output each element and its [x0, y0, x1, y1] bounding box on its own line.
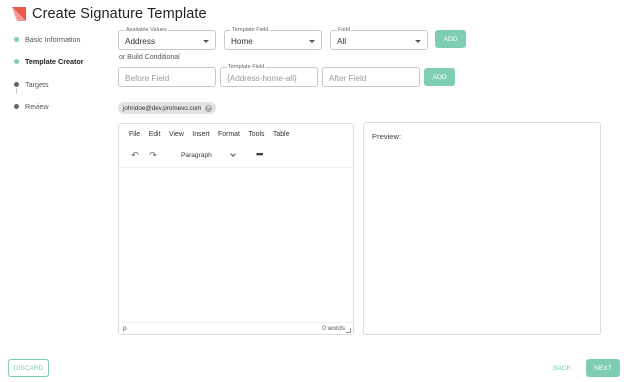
before-field-placeholder: Before Field — [125, 74, 170, 83]
step-label: Review — [25, 102, 49, 112]
step-label: Template Creator — [25, 57, 84, 67]
chevron-down-icon — [230, 151, 236, 157]
available-values-value: Address — [125, 37, 156, 46]
next-button[interactable]: NEXT — [586, 359, 620, 377]
discard-button[interactable]: DISCARD — [8, 359, 49, 377]
resize-handle-icon[interactable] — [346, 328, 351, 333]
step-status-dot — [14, 59, 19, 65]
conditional-template-field-placeholder: {Address-home-all} — [227, 74, 297, 83]
step-label: Targets — [25, 79, 49, 89]
element-path: p — [123, 325, 127, 332]
menu-tools[interactable]: Tools — [248, 131, 264, 138]
step-review[interactable]: Review — [14, 96, 114, 119]
word-count: 0 words — [322, 325, 345, 332]
step-connector — [16, 88, 17, 94]
editor-content-area[interactable] — [119, 167, 353, 322]
menu-view[interactable]: View — [169, 131, 184, 138]
signature-preview-panel: Preview: — [363, 122, 601, 335]
email-chip[interactable]: johndoe@dev.promevo.com ✕ — [118, 102, 217, 114]
menu-file[interactable]: File — [129, 131, 140, 138]
step-basic-information[interactable]: Basic Information — [14, 28, 114, 51]
menu-insert[interactable]: Insert — [192, 131, 209, 138]
step-template-creator[interactable]: Template Creator — [14, 51, 114, 74]
step-label: Basic Information — [25, 34, 81, 44]
editor-menubar: File Edit View Insert Format Tools Table — [129, 131, 298, 138]
field-value: All — [337, 37, 347, 46]
rich-text-editor: File Edit View Insert Format Tools Table… — [118, 123, 354, 335]
block-format-value: Paragraph — [181, 151, 212, 159]
template-field-select[interactable]: Template Field Home — [224, 26, 322, 50]
available-values-select[interactable]: Available Values Address — [118, 26, 216, 50]
menu-edit[interactable]: Edit — [149, 131, 161, 138]
editor-toolbar: ↶ ↷ Paragraph ••• — [127, 149, 347, 161]
after-field-placeholder: After Field — [329, 74, 367, 83]
build-conditional-heading: or Build Conditional — [119, 54, 180, 61]
redo-icon[interactable]: ↷ — [147, 149, 159, 161]
step-targets[interactable]: Targets — [14, 73, 114, 96]
dropdown-caret-icon — [203, 40, 209, 43]
conditional-template-field-label: Template Field — [227, 63, 266, 71]
conditional-template-field-input[interactable]: Template Field {Address-home-all} — [220, 63, 318, 87]
add-field-button[interactable]: ADD — [435, 30, 466, 48]
menu-table[interactable]: Table — [273, 131, 289, 138]
back-button[interactable]: BACK — [546, 359, 578, 377]
add-conditional-button[interactable]: ADD — [424, 68, 455, 86]
remove-chip-icon[interactable]: ✕ — [205, 104, 213, 112]
template-field-label: Template Field — [231, 26, 270, 34]
page-title: Create Signature Template — [32, 6, 207, 22]
more-options-icon[interactable]: ••• — [256, 149, 264, 159]
editor-statusbar: p 0 words — [119, 322, 353, 334]
step-status-dot — [14, 36, 19, 42]
after-field-input[interactable]: After Field — [322, 67, 420, 87]
available-values-label: Available Values — [125, 26, 168, 34]
before-field-input[interactable]: Before Field — [118, 67, 216, 87]
step-status-dot — [14, 104, 19, 110]
undo-icon[interactable]: ↶ — [129, 149, 141, 161]
step-status-dot — [14, 81, 19, 87]
wizard-steps: Basic Information Template Creator Targe… — [14, 28, 114, 118]
template-field-value: Home — [231, 37, 253, 46]
page-header: Create Signature Template — [12, 4, 207, 24]
email-chip-text: johndoe@dev.promevo.com — [123, 104, 202, 112]
block-format-select[interactable]: Paragraph — [175, 149, 241, 161]
dropdown-caret-icon — [415, 40, 421, 43]
field-label: Field — [337, 26, 352, 34]
app-logo-icon — [12, 7, 26, 21]
field-select[interactable]: Field All — [330, 26, 428, 50]
preview-label: Preview: — [372, 132, 402, 141]
menu-format[interactable]: Format — [218, 131, 240, 138]
dropdown-caret-icon — [309, 40, 315, 43]
